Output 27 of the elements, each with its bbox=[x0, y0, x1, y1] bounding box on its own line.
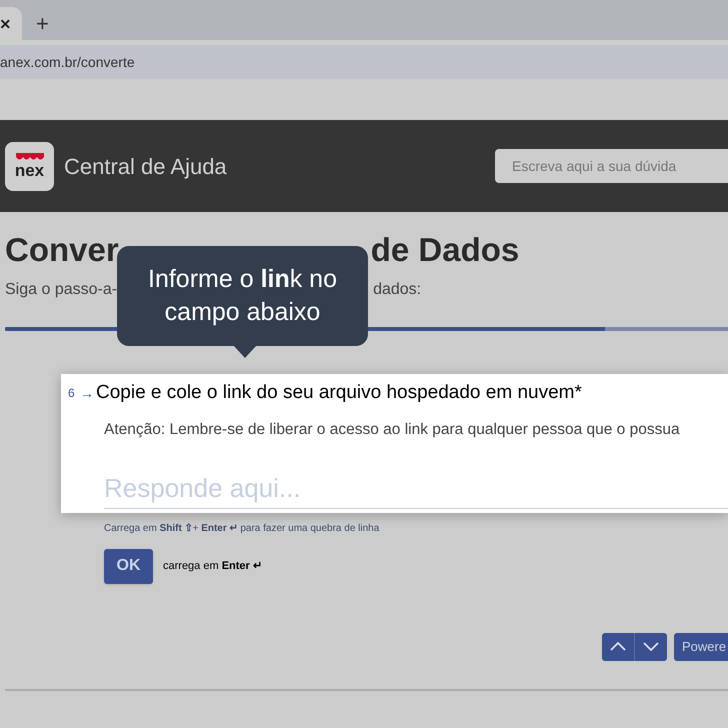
page-title: Conver bbox=[5, 230, 119, 270]
arrow-icon: → bbox=[80, 382, 96, 404]
answer-input[interactable]: Responde aqui... bbox=[104, 468, 728, 508]
site-title: Central de Ajuda bbox=[64, 152, 227, 181]
logo-text: nex bbox=[14, 162, 44, 180]
previous-button[interactable] bbox=[602, 632, 635, 661]
new-tab-button[interactable]: + bbox=[34, 7, 51, 40]
tooltip-text: Informe o link no campo abaixo bbox=[147, 264, 338, 328]
page-subtitle: dados: bbox=[373, 280, 422, 300]
question-number: 6 bbox=[68, 385, 76, 402]
next-button[interactable] bbox=[635, 632, 667, 661]
logo[interactable]: nex bbox=[5, 142, 54, 190]
search-field[interactable]: Escreva aqui a sua dúvida bbox=[495, 149, 728, 183]
address-bar[interactable]: anex.com.br/converte bbox=[0, 45, 728, 79]
chevron-down-icon bbox=[643, 642, 659, 652]
line-break-hint: Carrega em Shift ⇧+ Enter ↵ para fazer uma quebra de linha bbox=[104, 522, 380, 536]
question-note: Atenção: Lembre-se de liberar o acesso ao link para qualquer pessoa que o possua bbox=[104, 420, 681, 440]
browser-tab[interactable]: × bbox=[0, 7, 22, 40]
question-title: Copie e cole o link do seu arquivo hospedado em nuvem* bbox=[96, 381, 582, 405]
awning-icon bbox=[16, 152, 44, 162]
close-tab-button[interactable]: × bbox=[0, 14, 11, 32]
chevron-up-icon bbox=[610, 642, 626, 652]
page-subtitle: Siga o passo-a- bbox=[5, 280, 118, 300]
powered-by-button[interactable]: Powere bbox=[674, 632, 728, 661]
page-title: de Dados bbox=[370, 230, 520, 270]
ok-button[interactable]: OK bbox=[104, 548, 153, 584]
enter-hint: carrega em Enter ↵ bbox=[163, 559, 262, 574]
